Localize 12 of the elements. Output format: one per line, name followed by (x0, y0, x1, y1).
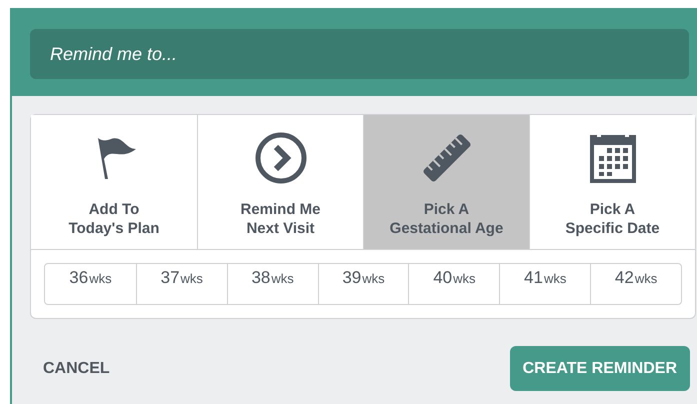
week-button[interactable]: 37wks (136, 264, 227, 304)
cancel-button[interactable]: CANCEL (43, 356, 110, 380)
week-button[interactable]: 41wks (499, 264, 590, 304)
week-button[interactable]: 39wks (318, 264, 408, 304)
week-button[interactable]: 38wks (226, 264, 318, 304)
week-button[interactable]: 40wks (408, 264, 500, 304)
reminder-input-field[interactable]: Remind me to... (30, 29, 689, 79)
week-button[interactable]: 42wks (590, 264, 681, 304)
option-tile[interactable]: Pick A Specific Date (529, 115, 695, 249)
option-tile[interactable]: Pick A Gestational Age (363, 115, 529, 249)
week-button[interactable]: 36wks (45, 264, 136, 304)
chevron-circle-icon (254, 131, 308, 185)
